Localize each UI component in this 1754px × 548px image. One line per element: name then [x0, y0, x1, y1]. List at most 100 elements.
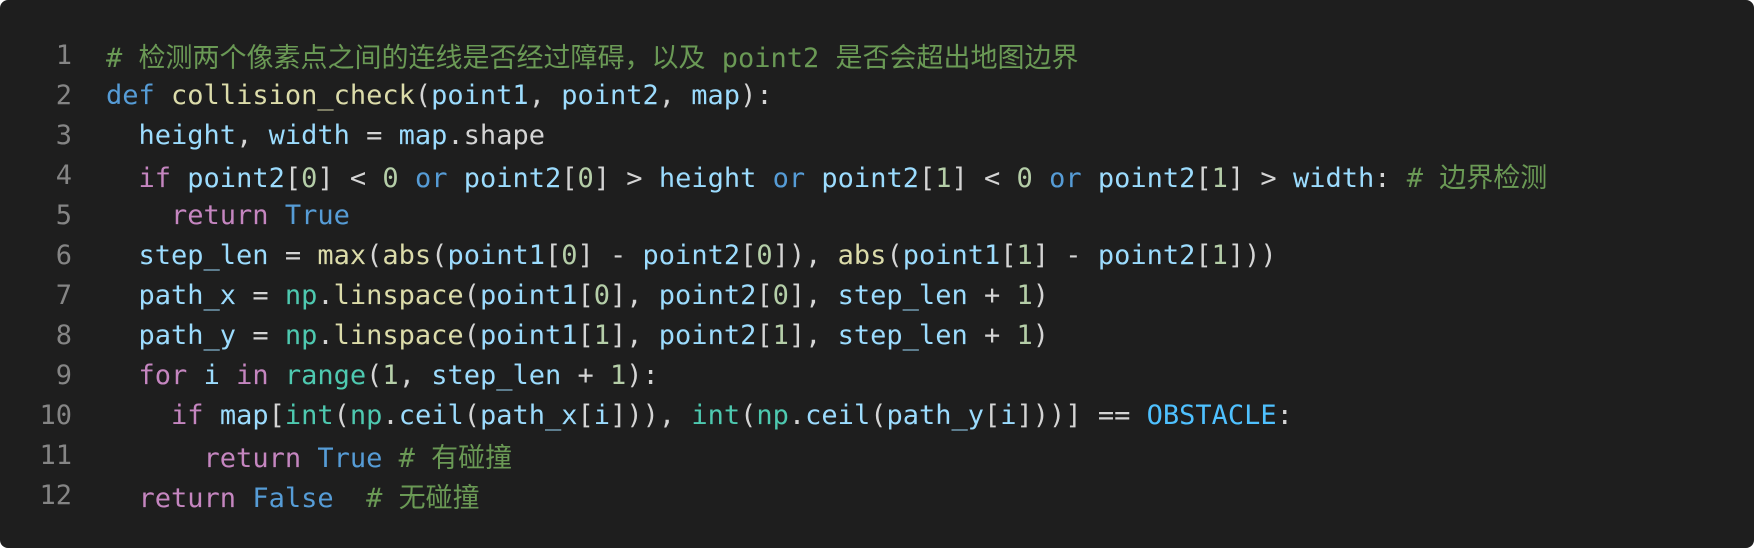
- code-text: path_x = np.linspace(point1[0], point2[0…: [72, 279, 1050, 311]
- code-text: if map[int(np.ceil(path_x[i])), int(np.c…: [72, 400, 1293, 431]
- code-token: point2: [642, 239, 741, 271]
- code-token: 1: [1211, 162, 1228, 194]
- code-line[interactable]: 11 return True # 有碰撞: [0, 435, 1754, 475]
- code-line[interactable]: 3 height, width = map.shape: [0, 115, 1754, 155]
- code-token: return: [203, 442, 302, 474]
- code-token: (: [463, 279, 480, 311]
- code-token: ): [1032, 319, 1050, 351]
- code-token: return: [171, 199, 269, 231]
- code-comment: # 有碰撞: [398, 442, 513, 474]
- code-token: point1: [431, 79, 529, 111]
- code-token: (: [463, 319, 480, 351]
- code-token: 1: [1016, 279, 1033, 311]
- code-comment: # 边界检测: [1406, 162, 1548, 194]
- code-line[interactable]: 9 for i in range(1, step_len + 1):: [0, 355, 1754, 395]
- code-token: =: [236, 279, 285, 311]
- line-number: 2: [55, 79, 72, 111]
- code-token: for: [138, 359, 188, 391]
- code-token: point1: [479, 279, 578, 311]
- code-token: 1: [382, 359, 399, 391]
- code-token: ] <: [951, 162, 1017, 194]
- code-token: i: [1000, 399, 1017, 431]
- line-number: 6: [55, 239, 72, 271]
- code-token: .: [317, 319, 334, 351]
- code-text: return False # 无碰撞: [72, 476, 480, 515]
- line-number: 10: [39, 399, 72, 431]
- code-token: [: [577, 279, 594, 311]
- line-number: 3: [55, 119, 72, 151]
- code-line[interactable]: 1 # 检测两个像素点之间的连线是否经过障碍，以及 point2 是否会超出地图边…: [0, 35, 1754, 75]
- code-token: i: [593, 399, 611, 431]
- code-token: 1: [772, 319, 789, 351]
- code-token: +: [561, 359, 611, 391]
- code-comment: # 无碰撞: [366, 482, 480, 514]
- code-token: map: [398, 119, 448, 151]
- code-comment: # 检测两个像素点之间的连线是否经过障碍，以及 point2 是否会超出地图边界: [106, 42, 1079, 74]
- code-token: (: [414, 79, 432, 111]
- code-token: ] -: [577, 239, 643, 271]
- code-token: path_x: [479, 399, 578, 431]
- code-token: 1: [1016, 319, 1033, 351]
- code-line[interactable]: 2 def collision_check(point1, point2, map…: [0, 75, 1754, 115]
- code-token: =: [268, 239, 318, 271]
- code-token: ):: [740, 79, 773, 111]
- code-token: [: [284, 162, 302, 194]
- code-token: width: [268, 119, 350, 151]
- code-token: abs: [382, 239, 432, 271]
- code-line[interactable]: 12 return False # 无碰撞: [0, 475, 1754, 515]
- code-token: abs: [837, 239, 887, 271]
- code-token: point1: [479, 319, 578, 351]
- code-token: OBSTACLE: [1146, 399, 1277, 431]
- code-token: [: [561, 162, 578, 194]
- code-text: # 检测两个像素点之间的连线是否经过障碍，以及 point2 是否会超出地图边界: [72, 36, 1079, 75]
- code-token: 1: [1016, 239, 1033, 271]
- code-token: (: [886, 239, 903, 271]
- code-token: ,: [658, 79, 692, 111]
- line-number: 9: [55, 359, 72, 391]
- code-token: (: [740, 399, 757, 431]
- code-line[interactable]: 10 if map[int(np.ceil(path_x[i])), int(n…: [0, 395, 1754, 435]
- code-token: range: [284, 359, 367, 391]
- code-line[interactable]: 4 if point2[0] < 0 or point2[0] > height…: [0, 155, 1754, 195]
- code-token: step_len: [837, 279, 968, 311]
- code-editor[interactable]: 1 # 检测两个像素点之间的连线是否经过障碍，以及 point2 是否会超出地图边…: [0, 0, 1754, 548]
- code-token: path_y: [886, 399, 985, 431]
- line-number: 8: [55, 319, 72, 351]
- code-text: path_y = np.linspace(point1[1], point2[1…: [72, 319, 1050, 351]
- code-line[interactable]: 7 path_x = np.linspace(point1[0], point2…: [0, 275, 1754, 315]
- code-token: ] <: [317, 162, 383, 194]
- code-token: np: [756, 399, 789, 431]
- code-token: [: [984, 399, 1001, 431]
- code-token: point2: [463, 162, 562, 194]
- code-token: [: [577, 319, 594, 351]
- code-line[interactable]: 6 step_len = max(abs(point1[0] - point2[…: [0, 235, 1754, 275]
- code-line[interactable]: 5 return True: [0, 195, 1754, 235]
- code-token: point2: [187, 162, 285, 194]
- code-token: int: [284, 399, 334, 431]
- code-token: def: [106, 79, 155, 111]
- code-token: map: [219, 399, 269, 431]
- code-token: (: [366, 359, 383, 391]
- code-token: 0: [561, 239, 578, 271]
- code-token: point2: [658, 279, 757, 311]
- code-token: return: [138, 482, 237, 514]
- code-token: ],: [788, 279, 838, 311]
- code-token: ]),: [772, 239, 838, 271]
- code-line[interactable]: 8 path_y = np.linspace(point1[1], point2…: [0, 315, 1754, 355]
- line-number: 12: [39, 479, 72, 511]
- code-token: map: [691, 79, 741, 111]
